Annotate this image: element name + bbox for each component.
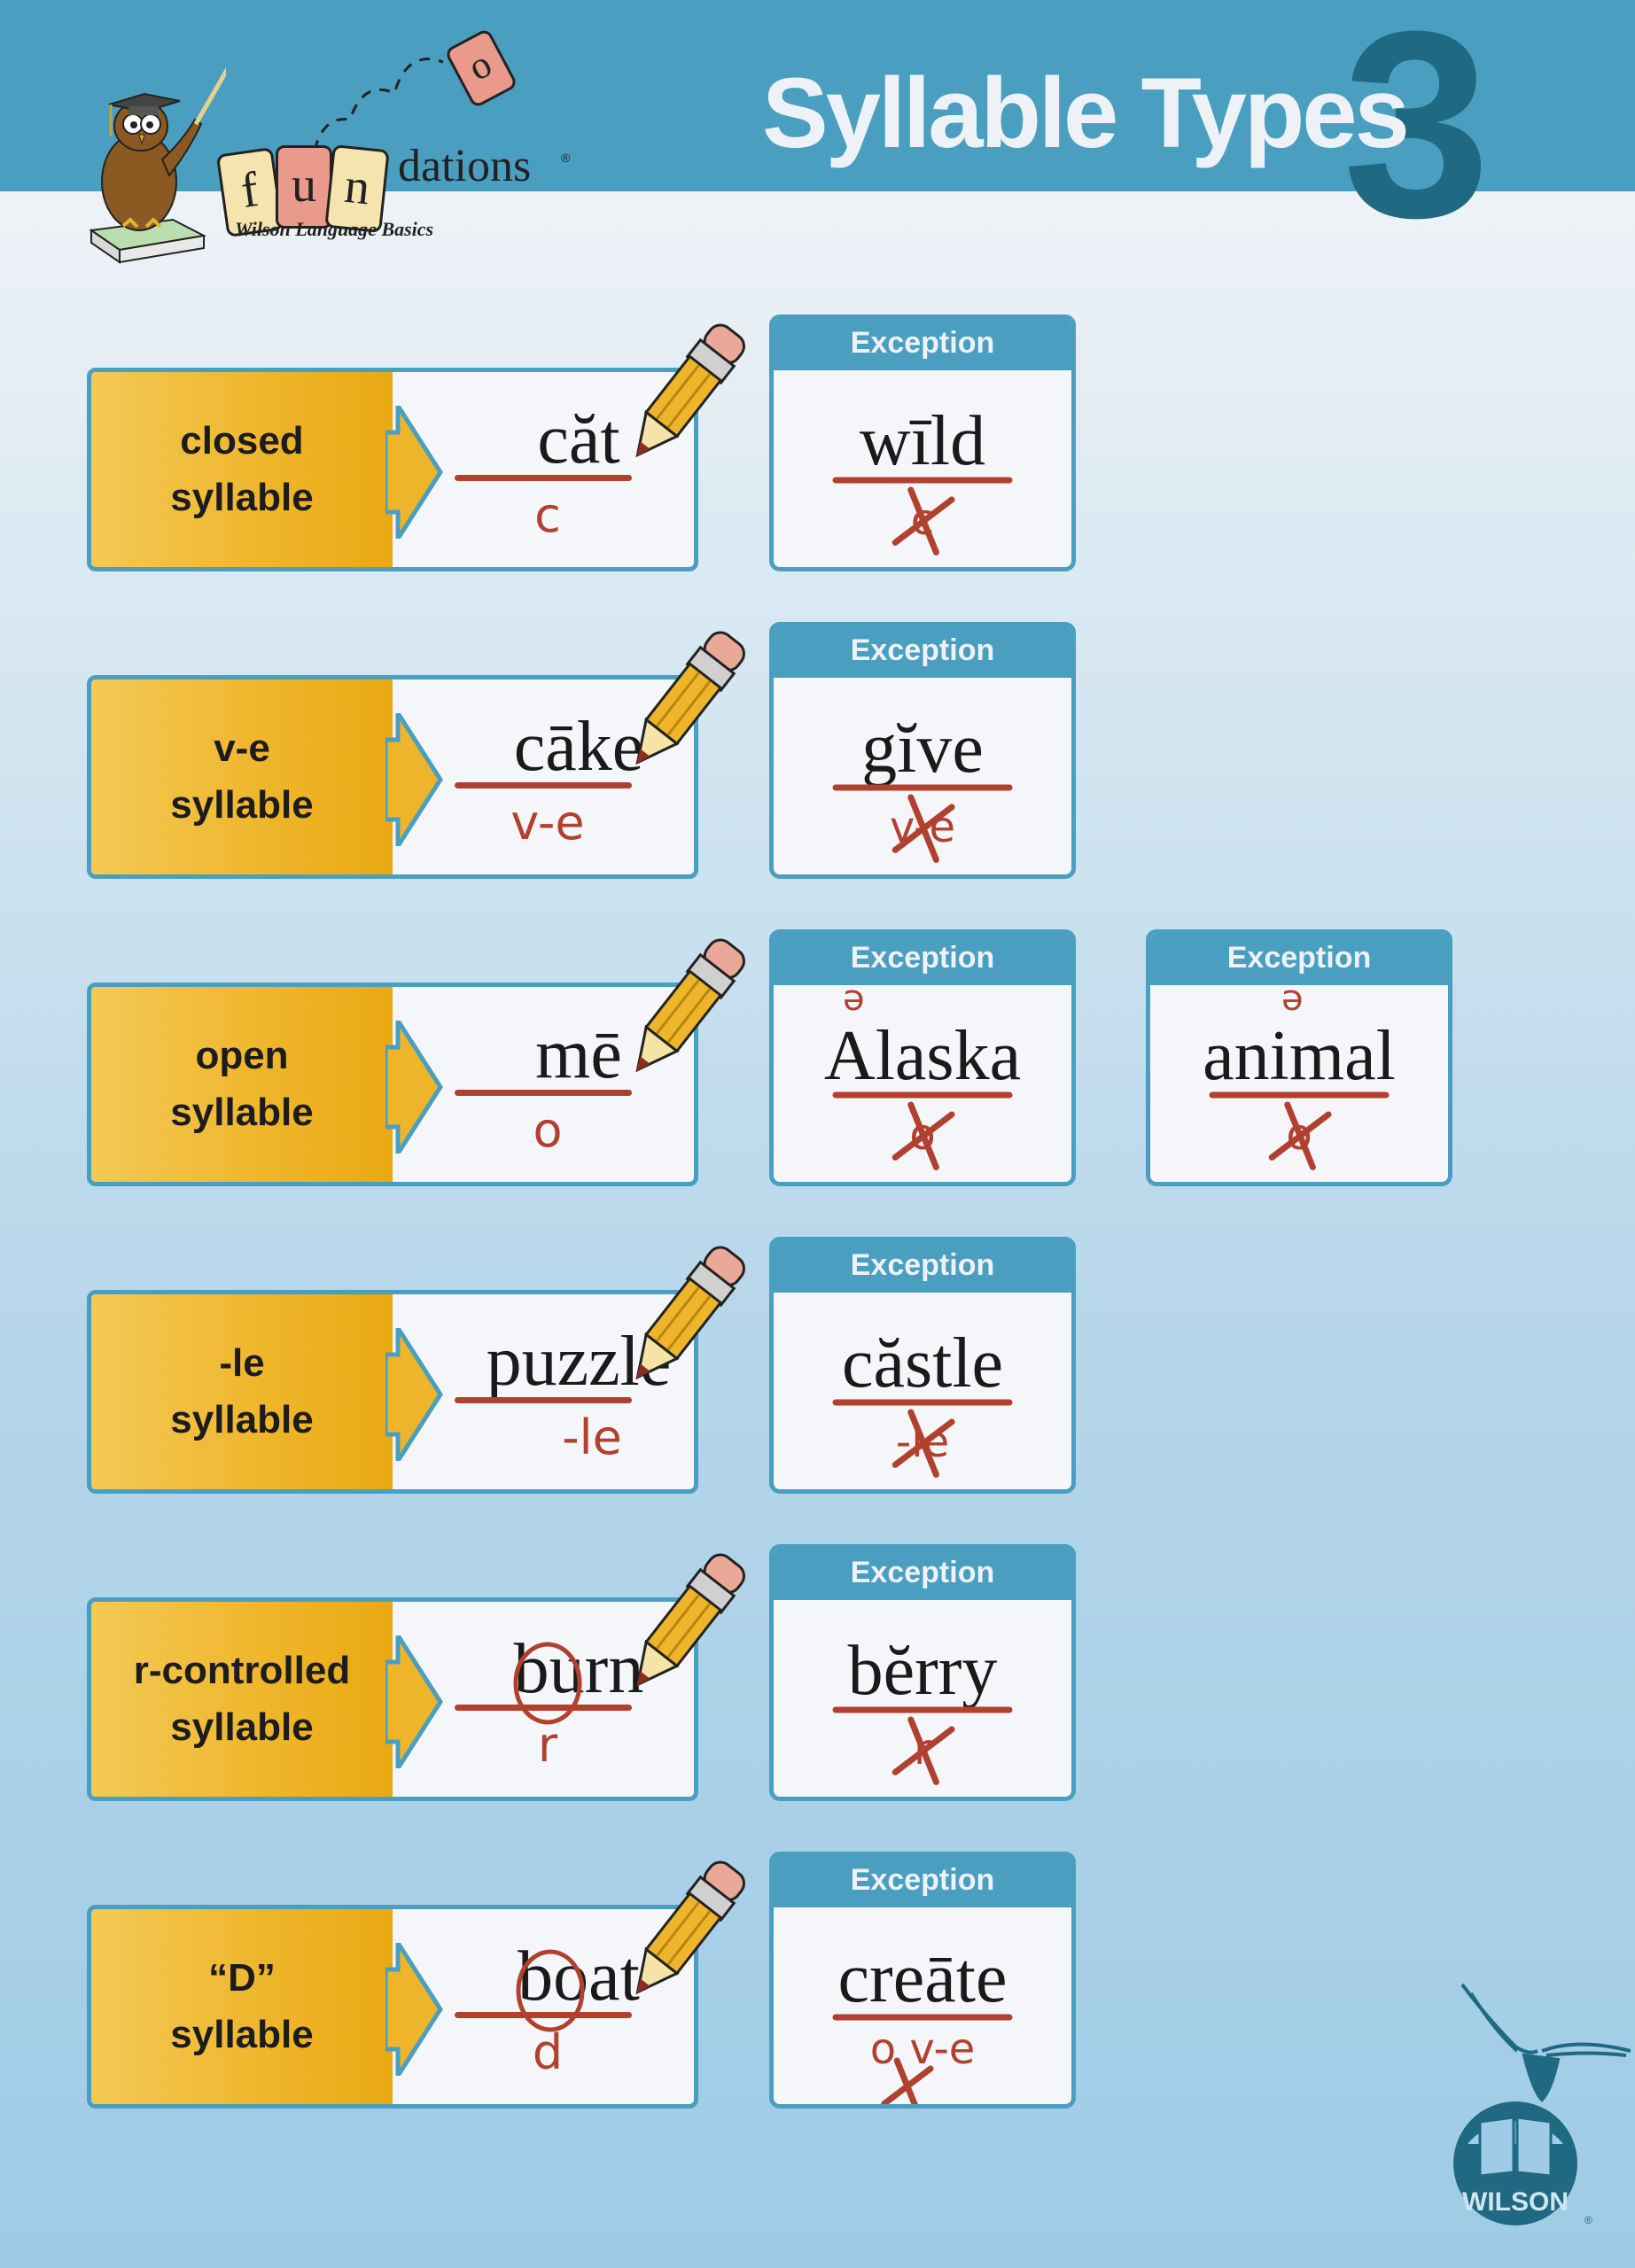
exception-body: bĕrryr xyxy=(774,1600,1071,1797)
pencil-icon xyxy=(635,938,745,1073)
syllable-type-suffix: syllable xyxy=(170,476,314,519)
exception-card: Exceptioncăstle-le xyxy=(769,1237,1076,1494)
pencil-icon xyxy=(635,1246,745,1380)
arrow-right-icon xyxy=(385,1943,443,2076)
arrow-right-icon xyxy=(385,1021,443,1153)
logo-wordmark: dations xyxy=(398,141,532,191)
pencil-icon xyxy=(635,631,745,765)
exception-card: Exceptionanimaloə xyxy=(1146,929,1452,1186)
exception-code: o v-e xyxy=(870,2024,976,2074)
syllable-row: r-controlledsyllableburnrExceptionbĕrryr xyxy=(87,1535,1593,1801)
syllable-type-label: “D” syllable xyxy=(91,1909,393,2104)
logo-subtitle: Wilson Language Basics xyxy=(235,218,434,240)
exception-body: wīldc xyxy=(774,370,1071,567)
syllable-type-name: closed xyxy=(180,419,304,462)
syllable-type-label: closed syllable xyxy=(91,372,393,567)
exception-markings: c xyxy=(832,477,1013,555)
syllable-type-label: open syllable xyxy=(91,987,393,1182)
syllable-card: closed syllable căt c xyxy=(87,323,745,571)
syllable-card: open syllable mē o xyxy=(87,938,745,1186)
publisher-registered-mark: ® xyxy=(1584,2214,1592,2226)
exception-card: Exception creāte o v-e xyxy=(769,1852,1076,2109)
exception-header: Exception xyxy=(774,934,1071,985)
syllable-type-suffix: syllable xyxy=(170,783,314,827)
eagle-icon xyxy=(1460,1983,1631,2102)
exception-markings: oə xyxy=(1209,978,1390,1170)
syllable-type-label: v-e syllable xyxy=(91,680,393,874)
arrow-right-icon xyxy=(385,406,443,539)
page-title: Syllable Types xyxy=(762,58,1410,168)
syllable-card: v-e syllable cāke v-e xyxy=(87,631,745,879)
owl-mascot-icon xyxy=(89,66,226,264)
syllable-type-label: r-controlled syllable xyxy=(91,1602,393,1797)
syllable-type-suffix: syllable xyxy=(170,1398,314,1441)
exception-markings: o v-e xyxy=(832,2014,1013,2104)
syllable-code: o xyxy=(533,1102,563,1158)
exception-card: ExceptionAlaskaoə xyxy=(769,929,1076,1186)
pencil-icon xyxy=(635,1860,745,1995)
exception-markings: v-e xyxy=(832,784,1013,863)
syllable-row: v-esyllablecākev-eExceptiongĭvev-e xyxy=(87,613,1593,879)
publisher-logo-text: WILSON xyxy=(1462,2187,1569,2217)
syllable-row: opensyllablemēoExceptionAlaskaoəExceptio… xyxy=(87,920,1593,1186)
syllable-type-label: -le syllable xyxy=(91,1294,393,1489)
syllable-type-name: v-e xyxy=(214,726,270,770)
exception-markings: r xyxy=(832,1706,1013,1785)
exception-markings: oə xyxy=(832,978,1013,1170)
syllable-type-name: open xyxy=(195,1034,289,1077)
syllable-underline xyxy=(455,1397,632,1403)
exception-body: gĭvev-e xyxy=(774,678,1071,874)
syllable-row: closedsyllablecătcExceptionwīldc xyxy=(87,306,1593,571)
exception-body: căstle-le xyxy=(774,1293,1071,1489)
fundations-logo: f u n o dations ® Wilson Language Basics xyxy=(84,27,580,264)
exception-card: Exceptionwīldc xyxy=(769,315,1076,571)
syllable-row: “D” syllable boat d Exception creāte o v-e xyxy=(87,1843,1593,2109)
exception-header: Exception xyxy=(774,1549,1071,1600)
exception-body: Alaskaoə xyxy=(774,978,1071,1182)
exception-card: Exceptiongĭvev-e xyxy=(769,622,1076,879)
exception-header: Exception xyxy=(774,626,1071,678)
syllable-underline xyxy=(455,475,632,481)
logo-tile-u: u xyxy=(276,145,332,229)
syllable-type-suffix: syllable xyxy=(170,1705,314,1749)
syllable-type-name: -le xyxy=(219,1341,265,1385)
logo-registered-mark: ® xyxy=(561,151,571,165)
arrow-right-icon xyxy=(385,1328,443,1461)
syllable-card: “D” syllable boat d xyxy=(87,1860,745,2109)
syllable-code: c xyxy=(534,487,561,543)
exception-markings: -le xyxy=(832,1399,1013,1478)
syllable-card: -le syllable puzzle -le xyxy=(87,1246,745,1494)
syllable-underline xyxy=(455,782,632,788)
pencil-icon xyxy=(635,323,745,458)
syllable-code: v-e xyxy=(510,795,585,850)
exception-header: Exception xyxy=(774,1856,1071,1907)
exception-body: animaloə xyxy=(1150,978,1448,1182)
syllable-type-name: r-controlled xyxy=(133,1649,351,1692)
syllable-row: -lesyllablepuzzle-leExceptioncăstle-le xyxy=(87,1228,1593,1494)
syllable-underline xyxy=(455,1090,632,1096)
exception-header: Exception xyxy=(774,1241,1071,1293)
schwa-mark: ə xyxy=(1281,978,1304,1019)
arrow-right-icon xyxy=(385,713,443,846)
syllable-type-name: “D” xyxy=(208,1956,276,2000)
syllable-type-suffix: syllable xyxy=(170,1091,314,1134)
arrow-right-icon xyxy=(385,1635,443,1768)
syllable-type-suffix: syllable xyxy=(170,2013,314,2056)
schwa-mark: ə xyxy=(843,978,865,1019)
syllable-code: -le xyxy=(562,1410,622,1465)
exception-card: Exceptionbĕrryr xyxy=(769,1544,1076,1801)
wilson-logo: WILSON ® xyxy=(1453,1983,1631,2226)
exception-body: creāte o v-e xyxy=(774,1907,1071,2104)
pencil-icon xyxy=(635,1553,745,1688)
syllable-card: r-controlled syllable burn r xyxy=(87,1553,745,1801)
exception-header: Exception xyxy=(774,319,1071,370)
